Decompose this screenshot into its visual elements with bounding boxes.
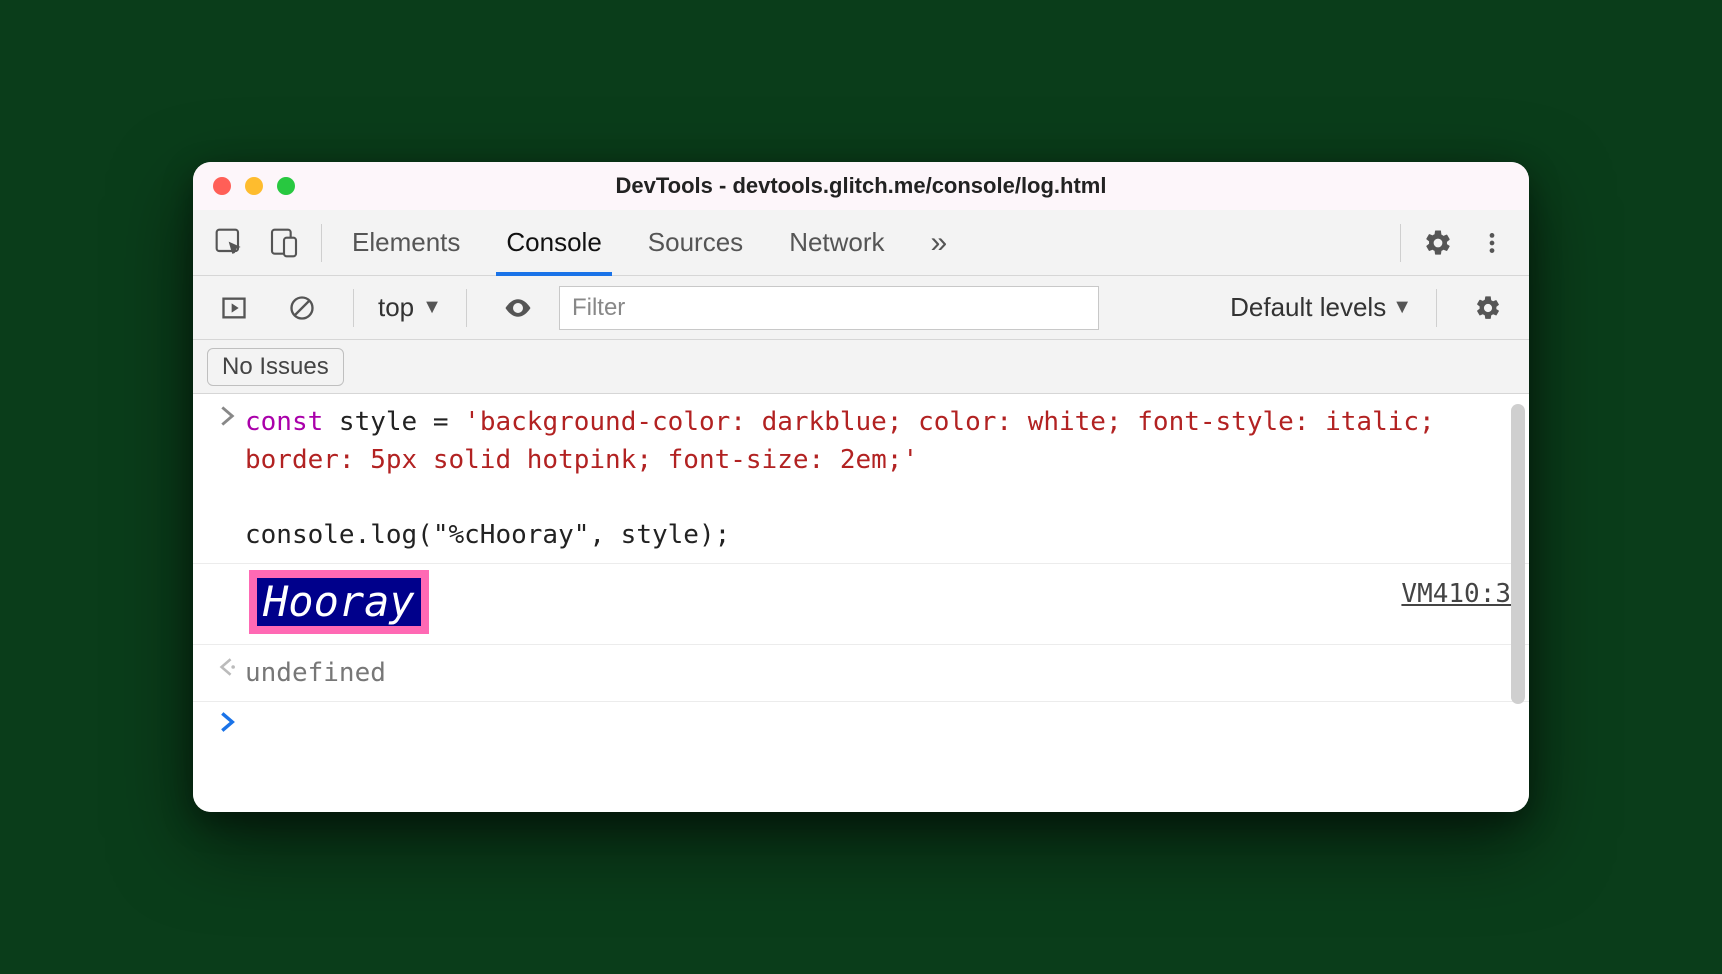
log-levels-label: Default levels xyxy=(1230,292,1386,323)
styled-log-output: Hooray xyxy=(249,570,429,634)
device-toolbar-icon[interactable] xyxy=(257,216,311,270)
console-toolbar: top ▼ Default levels ▼ xyxy=(193,276,1529,340)
scrollbar-thumb[interactable] xyxy=(1511,404,1525,704)
clear-console-button[interactable] xyxy=(275,281,329,335)
filter-input[interactable] xyxy=(559,286,1099,330)
input-chevron-icon xyxy=(211,404,245,426)
issues-button[interactable]: No Issues xyxy=(207,348,344,386)
divider xyxy=(1436,289,1437,327)
return-chevron-icon xyxy=(211,655,245,677)
gear-icon xyxy=(1474,294,1502,322)
console-settings-button[interactable] xyxy=(1461,281,1515,335)
toggle-console-sidebar-button[interactable] xyxy=(207,281,261,335)
more-menu-button[interactable] xyxy=(1465,216,1519,270)
close-window-button[interactable] xyxy=(213,177,231,195)
panel-tabstrip: Elements Console Sources Network » xyxy=(193,210,1529,276)
issues-bar: No Issues xyxy=(193,340,1529,394)
return-value: undefined xyxy=(245,655,1511,693)
chevron-double-right-icon: » xyxy=(931,226,948,260)
console-prompt[interactable] xyxy=(193,702,1529,812)
kebab-icon xyxy=(1479,230,1505,256)
context-selector[interactable]: top ▼ xyxy=(378,292,442,323)
tab-sources[interactable]: Sources xyxy=(644,210,747,275)
tab-elements[interactable]: Elements xyxy=(348,210,464,275)
prompt-chevron-icon xyxy=(211,710,245,732)
window-title: DevTools - devtools.glitch.me/console/lo… xyxy=(616,173,1107,199)
divider xyxy=(353,289,354,327)
devtools-window: DevTools - devtools.glitch.me/console/lo… xyxy=(193,162,1529,812)
chevron-down-icon: ▼ xyxy=(1392,296,1412,319)
clear-icon xyxy=(288,294,316,322)
titlebar: DevTools - devtools.glitch.me/console/lo… xyxy=(193,162,1529,210)
console-return-entry: undefined xyxy=(193,645,1529,702)
console-input-code[interactable]: const style = 'background-color: darkblu… xyxy=(245,404,1511,555)
console-input-entry: const style = 'background-color: darkblu… xyxy=(193,394,1529,564)
divider xyxy=(1400,224,1401,262)
tab-console[interactable]: Console xyxy=(502,210,605,275)
log-levels-selector[interactable]: Default levels ▼ xyxy=(1230,292,1412,323)
source-link[interactable]: VM410:3 xyxy=(1401,570,1511,614)
divider xyxy=(321,224,322,262)
chevron-down-icon: ▼ xyxy=(422,296,442,319)
minimize-window-button[interactable] xyxy=(245,177,263,195)
context-label: top xyxy=(378,292,414,323)
console-output: const style = 'background-color: darkblu… xyxy=(193,394,1529,812)
maximize-window-button[interactable] xyxy=(277,177,295,195)
gear-icon xyxy=(1423,228,1453,258)
eye-icon xyxy=(503,293,533,323)
tabs-overflow-button[interactable]: » xyxy=(927,210,952,275)
tab-network[interactable]: Network xyxy=(785,210,888,275)
window-controls xyxy=(213,162,295,210)
live-expression-button[interactable] xyxy=(491,281,545,335)
console-log-entry: Hooray VM410:3 xyxy=(193,564,1529,645)
divider xyxy=(466,289,467,327)
inspect-element-icon[interactable] xyxy=(203,216,257,270)
settings-button[interactable] xyxy=(1411,216,1465,270)
